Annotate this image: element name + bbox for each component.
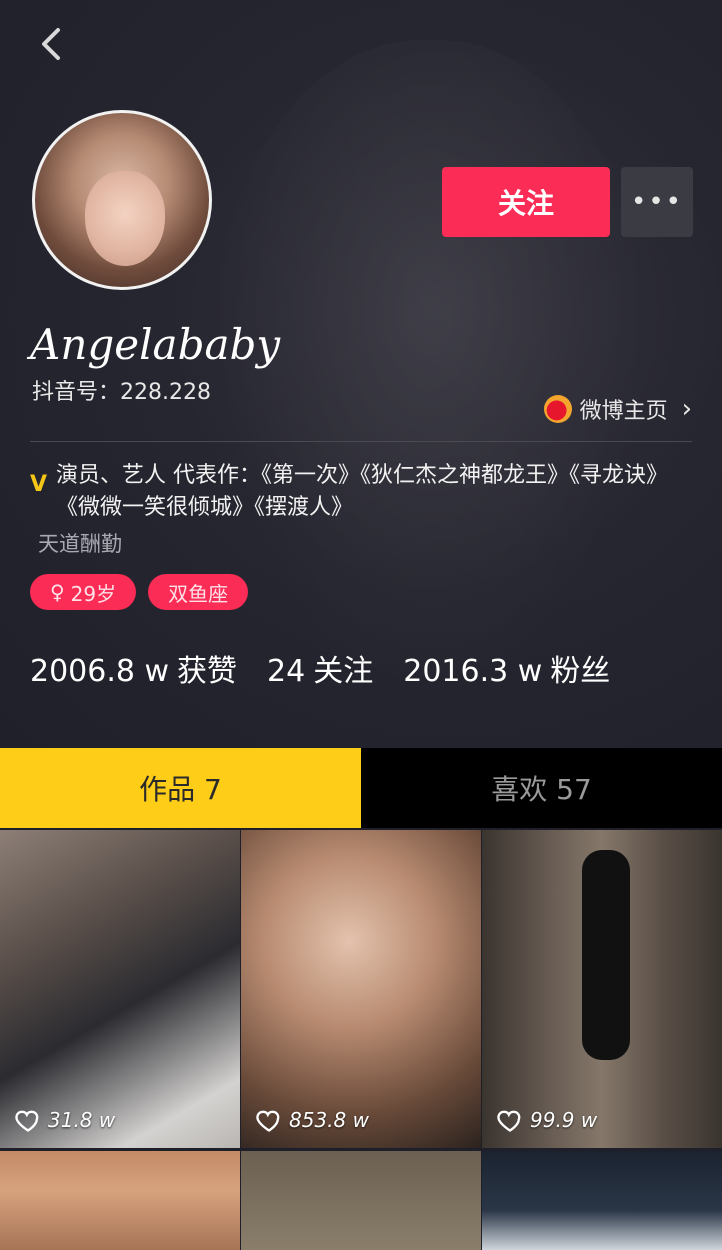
like-count-value: 853.8 w: [289, 1108, 369, 1132]
stat-likes: 2006.8 w 获赞: [30, 646, 237, 690]
chevron-left-icon: [42, 28, 60, 60]
like-count-value: 99.9 w: [530, 1108, 598, 1132]
follow-button[interactable]: 关注: [442, 167, 610, 237]
stat-following[interactable]: 24 关注: [267, 646, 373, 690]
more-button[interactable]: •••: [621, 167, 693, 237]
like-count: 31.8 w: [14, 1106, 115, 1134]
stat-followers-value: 2016.3 w: [403, 654, 543, 689]
tag-age-label: 29岁: [70, 581, 117, 606]
tag-age: ♀ 29岁: [30, 574, 137, 610]
heart-icon: [256, 1110, 280, 1132]
video-thumbnail[interactable]: 31.8 w: [0, 830, 240, 1148]
header-background: [210, 40, 650, 700]
signature: 天道酬勤: [38, 532, 122, 556]
stat-following-label: 关注: [313, 654, 374, 689]
stats-row: 2006.8 w 获赞 24 关注 2016.3 w 粉丝: [30, 646, 610, 690]
stat-likes-value: 2006.8 w: [30, 654, 170, 689]
stat-following-value: 24: [267, 654, 306, 689]
stat-followers-label: 粉丝: [550, 654, 611, 689]
tag-zodiac: 双鱼座: [148, 574, 249, 610]
bio: 演员、艺人 代表作：《第一次》《狄仁杰之神都龙王》《寻龙诀》《微微一笑很倾城》《…: [56, 463, 668, 520]
video-grid: 31.8 w 853.8 w 99.9 w: [0, 830, 722, 1250]
douyin-id: 抖音号：228.228: [32, 380, 211, 405]
video-thumbnail[interactable]: [482, 1151, 722, 1250]
video-thumbnail[interactable]: 99.9 w: [482, 830, 722, 1148]
weibo-label: 微博主页: [579, 399, 668, 424]
divider: [30, 441, 692, 442]
nickname: Angelababy: [30, 320, 281, 369]
heart-icon: [497, 1110, 521, 1132]
verified-icon: V: [30, 472, 48, 497]
chevron-right-icon: ›: [681, 394, 692, 424]
female-icon: ♀: [50, 580, 65, 604]
stat-likes-label: 获赞: [177, 654, 238, 689]
video-thumbnail[interactable]: [0, 1151, 240, 1250]
content-tabs: 作品 7 喜欢 57: [0, 748, 722, 828]
video-thumbnail[interactable]: [241, 1151, 481, 1250]
profile-tags: ♀ 29岁 双鱼座: [30, 574, 249, 610]
like-count: 853.8 w: [255, 1106, 369, 1134]
weibo-homepage-link[interactable]: 微博主页 ›: [543, 394, 692, 424]
profile-header: 关注 ••• Angelababy 抖音号：228.228 微博主页 › V 演…: [0, 0, 722, 748]
like-count: 99.9 w: [496, 1106, 597, 1134]
stat-followers[interactable]: 2016.3 w 粉丝: [403, 646, 610, 690]
back-button[interactable]: [30, 22, 74, 66]
heart-icon: [15, 1110, 39, 1132]
video-thumbnail[interactable]: 853.8 w: [241, 830, 481, 1148]
tab-likes[interactable]: 喜欢 57: [361, 748, 722, 828]
weibo-icon: [543, 395, 572, 423]
like-count-value: 31.8 w: [48, 1108, 116, 1132]
tab-works[interactable]: 作品 7: [0, 748, 361, 828]
tag-zodiac-label: 双鱼座: [168, 581, 229, 606]
avatar[interactable]: [32, 110, 212, 290]
